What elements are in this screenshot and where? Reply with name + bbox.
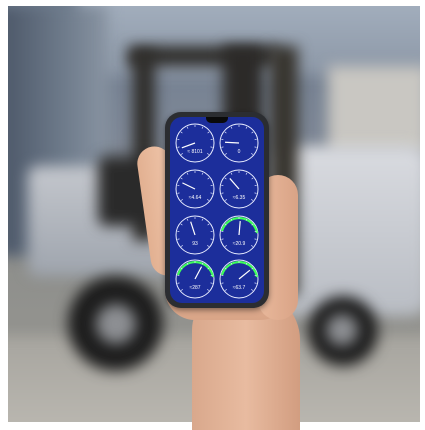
front-wheel-hub [96,304,136,344]
forklift-body-right [278,146,420,316]
gauge-needle [230,178,239,189]
rear-wheel-hub [326,314,358,346]
gauge-dial-icon [217,257,261,301]
forklift-counterweight [328,66,420,156]
gauge-tick [208,224,210,225]
gauge-reading: ≈4.64 [173,195,217,201]
gauge-reading: ≈6.35 [217,195,261,201]
gauge-reading: ≈ 8101 [173,149,217,155]
gauge-dial-icon [217,167,261,211]
gauge-5[interactable]: 93 [173,213,217,257]
gauge-needle [182,183,195,189]
gauge-1[interactable]: ≈ 8101 [173,121,217,165]
smartphone: ≈ 8101 0 ≈4.64 ≈6.35 93 ≈20.9 ≈287 ≈63.7 [165,112,269,308]
gauge-reading: ≈287 [173,285,217,291]
gauge-needle [225,142,239,143]
gauge-tick [181,224,183,225]
gauge-tick [246,127,247,129]
gauge-tick [202,173,203,175]
gauge-tick [231,173,232,175]
gauge-tick [246,173,247,175]
gauge-dial-icon [217,213,261,257]
gauge-dial-icon [173,121,217,165]
gauge-6[interactable]: ≈20.9 [217,213,261,257]
gauge-needle [195,267,202,279]
gauge-tick [187,219,188,221]
gauge-tick [202,127,203,129]
phone-screen: ≈ 8101 0 ≈4.64 ≈6.35 93 ≈20.9 ≈287 ≈63.7 [170,117,264,303]
gauge-tick [181,132,183,133]
gauge-tick [208,178,210,179]
gauge-reading: ≈63.7 [217,285,261,291]
gauge-tick [252,132,254,133]
gauge-tick [252,178,254,179]
gauge-8[interactable]: ≈63.7 [217,257,261,301]
gauge-tick [208,132,210,133]
gauge-dial-icon [217,121,261,165]
gauge-needle [182,143,195,148]
gauge-dial-icon [173,167,217,211]
gauge-tick [225,178,227,179]
gauge-tick [202,219,203,221]
gauge-2[interactable]: 0 [217,121,261,165]
gauge-tick [231,127,232,129]
gauge-tick [187,173,188,175]
gauge-tick [187,127,188,129]
gauge-reading: 93 [173,241,217,247]
gauge-tick [181,178,183,179]
gauge-dial-icon [173,213,217,257]
gauge-7[interactable]: ≈287 [173,257,217,301]
gauge-3[interactable]: ≈4.64 [173,167,217,211]
gauge-tick [225,132,227,133]
gauge-needle [239,221,240,235]
gauge-needle [191,222,195,235]
gauge-reading: 0 [217,149,261,155]
gauge-dial-icon [173,257,217,301]
gauge-4[interactable]: ≈6.35 [217,167,261,211]
gauge-needle [239,270,250,279]
gauge-reading: ≈20.9 [217,241,261,247]
